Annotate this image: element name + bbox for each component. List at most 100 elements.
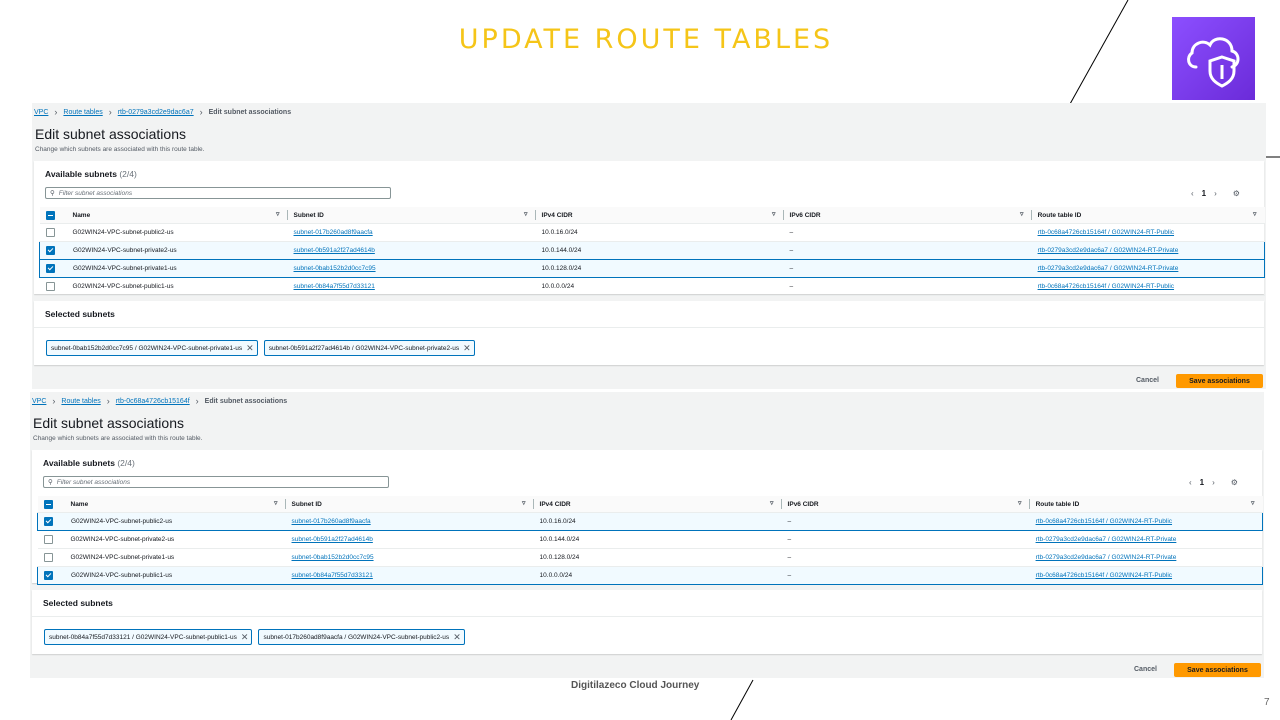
sort-caret-icon[interactable]: ▿ xyxy=(770,499,774,507)
table-row[interactable]: G02WIN24-VPC-subnet-public2-us subnet-017… xyxy=(39,223,1265,242)
column-header[interactable]: Name ▿ xyxy=(37,496,286,513)
chevron-right-icon[interactable]: › xyxy=(1214,189,1217,198)
row-checkbox[interactable] xyxy=(46,264,55,273)
breadcrumb-item[interactable]: rtb-0279a3cd2e9dac6a7 xyxy=(118,109,194,116)
route-table-link[interactable]: rtb-0c68a4726cb15164f / G02WIN24-RT-Publ… xyxy=(1036,572,1172,579)
breadcrumb-item[interactable]: Route tables xyxy=(63,109,102,116)
close-icon[interactable]: ✕ xyxy=(241,632,249,643)
sort-caret-icon[interactable]: ▿ xyxy=(522,499,526,507)
route-table-link[interactable]: rtb-0c68a4726cb15164f / G02WIN24-RT-Publ… xyxy=(1038,229,1174,236)
route-table-link[interactable]: rtb-0279a3cd2e9dac6a7 / G02WIN24-RT-Priv… xyxy=(1036,536,1177,543)
table-header-row: Name ▿ Subnet ID ▿ IPv4 CIDR ▿ IPv6 CIDR ▿ Route… xyxy=(37,496,1263,513)
subnet-id-link[interactable]: subnet-0b591a2f27ad4614b xyxy=(292,536,373,543)
subnet-id-link[interactable]: subnet-0b84a7f55d7d33121 xyxy=(294,283,375,290)
page-number-current[interactable]: 1 xyxy=(1200,478,1204,487)
sort-caret-icon[interactable]: ▿ xyxy=(1253,210,1257,218)
row-checkbox[interactable] xyxy=(43,553,53,562)
close-icon[interactable]: ✕ xyxy=(246,343,254,354)
subnet-name: G02WIN24-VPC-subnet-public2-us xyxy=(71,518,173,526)
table-row[interactable]: G02WIN24-VPC-subnet-private1-us subnet-0b… xyxy=(38,259,1265,278)
row-checkbox[interactable] xyxy=(46,246,55,255)
page-number-current[interactable]: 1 xyxy=(1202,189,1206,198)
table-row[interactable]: G02WIN24-VPC-subnet-private1-us subnet-0b… xyxy=(37,548,1263,567)
ipv4-cidr: 10.0.144.0/24 xyxy=(541,247,582,254)
subnet-id-link[interactable]: subnet-0bab152b2d0cc7c95 xyxy=(294,265,376,272)
route-table-link[interactable]: rtb-0c68a4726cb15164f / G02WIN24-RT-Publ… xyxy=(1038,283,1174,290)
table-row[interactable]: G02WIN24-VPC-subnet-private2-us subnet-0b… xyxy=(38,241,1265,260)
column-header[interactable]: Route table ID ▿ xyxy=(1031,207,1265,224)
breadcrumb-item[interactable]: VPC xyxy=(34,109,48,116)
breadcrumb-item[interactable]: VPC xyxy=(32,398,46,405)
gear-icon[interactable]: ⚙ xyxy=(1231,478,1238,487)
chevron-left-icon[interactable]: ‹ xyxy=(1191,189,1194,198)
subnet-id-link[interactable]: subnet-017b260ad8f9aacfa xyxy=(292,518,371,525)
row-checkbox[interactable] xyxy=(44,517,53,526)
chevron-left-icon[interactable]: ‹ xyxy=(1189,478,1192,487)
select-all-checkbox[interactable] xyxy=(43,499,53,509)
sort-caret-icon[interactable]: ▿ xyxy=(524,210,528,218)
select-all-checkbox[interactable] xyxy=(45,210,55,220)
subnet-id-link[interactable]: subnet-0b84a7f55d7d33121 xyxy=(292,572,373,579)
row-checkbox[interactable] xyxy=(45,282,55,291)
column-header[interactable]: Name ▿ xyxy=(39,207,288,224)
row-checkbox[interactable] xyxy=(43,535,53,544)
column-header[interactable]: Route table ID ▿ xyxy=(1029,496,1263,513)
table-row[interactable]: G02WIN24-VPC-subnet-public1-us subnet-0b8… xyxy=(36,566,1263,585)
sort-caret-icon[interactable]: ▿ xyxy=(1020,210,1024,218)
table-row[interactable]: G02WIN24-VPC-subnet-public2-us subnet-017… xyxy=(36,512,1263,531)
available-subnets-count: (2/4) xyxy=(119,169,137,179)
cancel-button[interactable]: Cancel xyxy=(1134,666,1157,673)
sort-caret-icon[interactable]: ▿ xyxy=(1251,499,1255,507)
column-header[interactable]: Subnet ID ▿ xyxy=(287,207,536,224)
sort-caret-icon[interactable]: ▿ xyxy=(1018,499,1022,507)
row-checkbox[interactable] xyxy=(44,571,53,580)
save-associations-button[interactable]: Save associations xyxy=(1174,663,1261,677)
chevron-right-icon[interactable]: › xyxy=(1212,478,1215,487)
selected-tokens: subnet-0bab152b2d0cc7c95 / G02WIN24-VPC-… xyxy=(46,340,475,356)
subnet-id-link[interactable]: subnet-0b591a2f27ad4614b xyxy=(294,247,375,254)
column-header[interactable]: IPv6 CIDR ▿ xyxy=(783,207,1032,224)
column-header-label: Name xyxy=(70,500,89,508)
column-header[interactable]: IPv6 CIDR ▿ xyxy=(781,496,1030,513)
subnet-name: G02WIN24-VPC-subnet-public1-us xyxy=(72,283,174,291)
breadcrumb-item[interactable]: rtb-0c68a4726cb15164f xyxy=(116,398,190,405)
filter-input[interactable]: ⚲ Filter subnet associations xyxy=(43,476,389,488)
column-header-label: Name xyxy=(72,211,91,219)
save-associations-button[interactable]: Save associations xyxy=(1176,374,1263,388)
breadcrumb-item[interactable]: Route tables xyxy=(61,398,100,405)
column-header[interactable]: Subnet ID ▿ xyxy=(285,496,534,513)
route-table-cell: rtb-0c68a4726cb15164f / G02WIN24-RT-Publ… xyxy=(1029,512,1263,531)
name-cell: G02WIN24-VPC-subnet-public1-us xyxy=(36,566,286,585)
close-icon[interactable]: ✕ xyxy=(463,343,471,354)
route-table-link[interactable]: rtb-0279a3cd2e9dac6a7 / G02WIN24-RT-Priv… xyxy=(1036,554,1177,561)
column-header[interactable]: IPv4 CIDR ▿ xyxy=(535,207,784,224)
chevron-right-icon: › xyxy=(52,396,56,406)
sort-caret-icon[interactable]: ▿ xyxy=(772,210,776,218)
column-header[interactable]: IPv4 CIDR ▿ xyxy=(533,496,782,513)
ipv6-cidr: – xyxy=(787,554,792,561)
sort-caret-icon[interactable]: ▿ xyxy=(276,210,280,218)
footer-text: Digitilazeco Cloud Journey xyxy=(571,680,700,691)
ipv4-cell: 10.0.144.0/24 xyxy=(533,530,782,549)
close-icon[interactable]: ✕ xyxy=(453,632,461,643)
ipv6-cidr: – xyxy=(789,229,794,236)
subnets-table: Name ▿ Subnet ID ▿ IPv4 CIDR ▿ IPv6 CIDR ▿ Route… xyxy=(36,496,1263,585)
name-cell: G02WIN24-VPC-subnet-private1-us xyxy=(38,259,288,278)
page-subtitle: Change which subnets are associated with… xyxy=(35,146,205,153)
sort-caret-icon[interactable]: ▿ xyxy=(274,499,278,507)
breadcrumb: VPC › Route tables › rtb-0c68a4726cb15164f › E… xyxy=(32,396,287,406)
subnet-id-cell: subnet-0bab152b2d0cc7c95 xyxy=(287,259,536,278)
row-checkbox[interactable] xyxy=(45,228,55,237)
gear-icon[interactable]: ⚙ xyxy=(1233,189,1240,198)
table-row[interactable]: G02WIN24-VPC-subnet-public1-us subnet-0b8… xyxy=(39,277,1265,296)
route-table-cell: rtb-0c68a4726cb15164f / G02WIN24-RT-Publ… xyxy=(1031,223,1265,242)
route-table-link[interactable]: rtb-0279a3cd2e9dac6a7 / G02WIN24-RT-Priv… xyxy=(1038,247,1179,254)
subnet-id-link[interactable]: subnet-017b260ad8f9aacfa xyxy=(294,229,373,236)
subnet-id-link[interactable]: subnet-0bab152b2d0cc7c95 xyxy=(292,554,374,561)
cancel-button[interactable]: Cancel xyxy=(1136,377,1159,384)
filter-input[interactable]: ⚲ Filter subnet associations xyxy=(45,187,391,199)
divider xyxy=(32,616,1262,617)
route-table-link[interactable]: rtb-0279a3cd2e9dac6a7 / G02WIN24-RT-Priv… xyxy=(1038,265,1179,272)
route-table-link[interactable]: rtb-0c68a4726cb15164f / G02WIN24-RT-Publ… xyxy=(1036,518,1172,525)
table-row[interactable]: G02WIN24-VPC-subnet-private2-us subnet-0b… xyxy=(37,530,1263,549)
